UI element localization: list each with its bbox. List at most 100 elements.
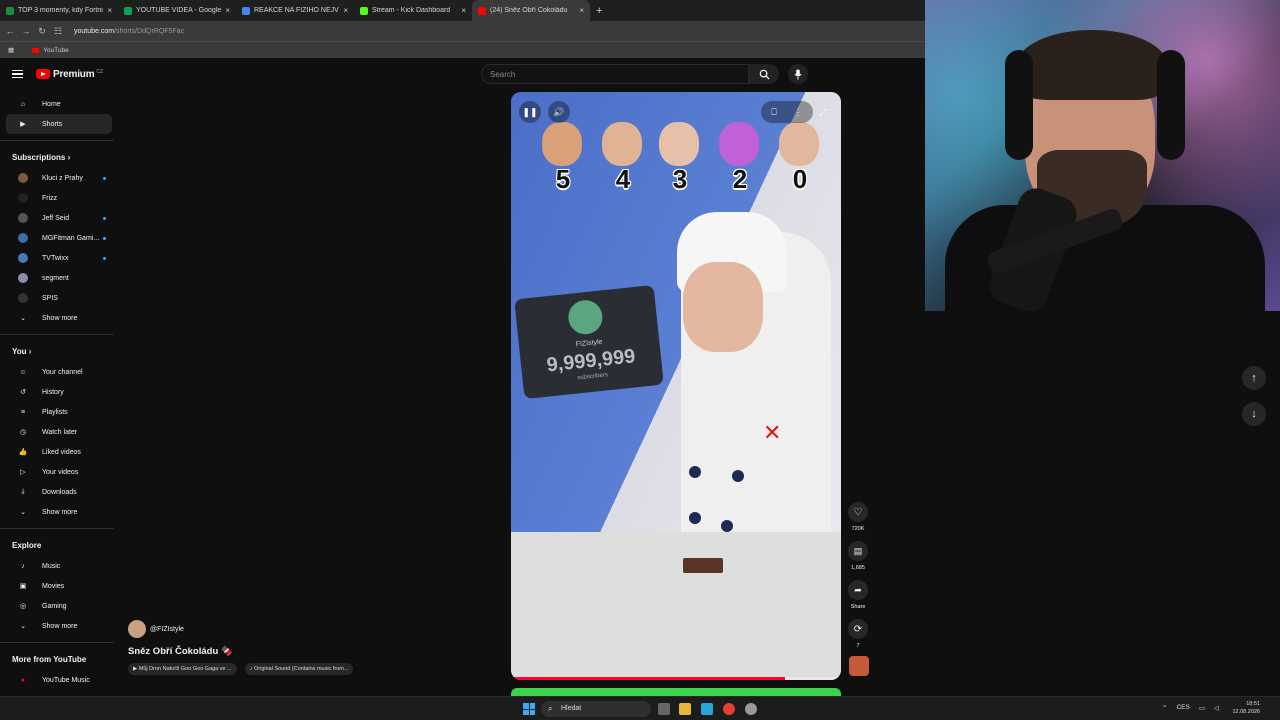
- explore-show-more[interactable]: ⌄ Show more: [6, 616, 112, 636]
- sidebar-item-your-channel[interactable]: ☺ Your channel: [6, 362, 112, 382]
- taskbar-search[interactable]: ⌕ Hledat: [541, 701, 651, 717]
- menu-icon[interactable]: [12, 70, 23, 78]
- sidebar-item-watch-later[interactable]: ◷ Watch later: [6, 422, 112, 442]
- close-icon[interactable]: ×: [107, 6, 112, 15]
- tab-favicon-icon: [6, 6, 14, 15]
- previous-short-button[interactable]: ↑: [1242, 366, 1266, 390]
- like-action[interactable]: ♡ 720K: [848, 502, 868, 532]
- sound-chip[interactable]: ♪ Original Sound (Contains music from...: [244, 663, 354, 675]
- more-from-youtube-heading: More from YouTube: [12, 655, 87, 664]
- subscriptions-show-more[interactable]: ⌄ Show more: [6, 308, 112, 328]
- browser-tab[interactable]: Stream - Kick Dashboard ×: [354, 0, 472, 21]
- volume-icon[interactable]: ◁: [1214, 704, 1219, 712]
- you-show-more[interactable]: ⌄ Show more: [6, 502, 112, 522]
- task-view-icon[interactable]: [658, 703, 670, 715]
- search-input[interactable]: Search: [481, 64, 749, 84]
- sidebar-item-label: Music: [42, 562, 61, 570]
- back-icon[interactable]: ←: [4, 26, 16, 36]
- channel-avatar-thumbnail[interactable]: [849, 656, 869, 676]
- like-button[interactable]: ♡: [848, 502, 868, 522]
- reload-icon[interactable]: ↻: [36, 26, 48, 37]
- store-icon[interactable]: [701, 703, 713, 715]
- you-heading[interactable]: You ›: [0, 341, 118, 362]
- more-options-button[interactable]: ⋮: [787, 101, 809, 123]
- network-icon[interactable]: ▭: [1199, 704, 1205, 712]
- settings-icon[interactable]: [745, 703, 757, 715]
- chrome-icon[interactable]: [723, 703, 735, 715]
- comment-button[interactable]: ▤: [848, 541, 868, 561]
- pause-button[interactable]: ❚❚: [519, 101, 541, 123]
- sidebar-item-frizz[interactable]: Frizz: [6, 188, 112, 208]
- sidebar-item-shorts[interactable]: ▶ Shorts: [6, 114, 112, 134]
- clock[interactable]: 18:51 12.08.2026: [1226, 700, 1260, 716]
- sidebar-item-label: YouTube Music: [42, 676, 90, 684]
- related-video-chip[interactable]: ▶ Můj Dron Natočil Goo Goo Gaga ve ...: [128, 663, 237, 675]
- short-video-player[interactable]: FIZIstyle 9,999,999 subscribers ✕ 54320 …: [511, 92, 841, 680]
- sidebar-item-mgfitman-gami[interactable]: MGFitman Gami...: [6, 228, 112, 248]
- subscriptions-heading[interactable]: Subscriptions ›: [0, 147, 118, 168]
- browser-tab[interactable]: REAKCE NA FIZIHO NEJVIC OB ×: [236, 0, 354, 21]
- site-info-icon[interactable]: ☷: [52, 26, 64, 37]
- voice-search-button[interactable]: [788, 64, 808, 84]
- sidebar-item-jeff-seid[interactable]: Jeff Seid: [6, 208, 112, 228]
- next-short-button[interactable]: ↓: [1242, 402, 1266, 426]
- browser-tab[interactable]: YOUTUBE VIDEA - Google Shee×: [118, 0, 236, 21]
- search-button[interactable]: [749, 64, 779, 84]
- new-tab-icon[interactable]: +: [596, 5, 602, 17]
- url-field[interactable]: youtube.com/shorts/DdQrRQF5Fac: [74, 28, 184, 35]
- close-icon[interactable]: ×: [225, 6, 230, 15]
- contestant-face: [719, 122, 759, 166]
- volume-button[interactable]: 🔊: [548, 101, 570, 123]
- tab-title: (24) Sněz Obří Čokoládu: [490, 7, 568, 14]
- sidebar-item-tvtwixx[interactable]: TVTwixx: [6, 248, 112, 268]
- sidebar-item-downloads[interactable]: ⤓ Downloads: [6, 482, 112, 502]
- youtube-header: Premium CZ Search: [0, 58, 925, 90]
- share-action[interactable]: ➦ Share: [848, 580, 868, 610]
- sidebar-item-label: Home: [42, 100, 61, 108]
- windows-start-icon[interactable]: [523, 703, 535, 715]
- sidebar-item-gaming[interactable]: ◎ Gaming: [6, 596, 112, 616]
- remix-action[interactable]: ⟳ 7: [848, 619, 868, 649]
- sidebar-item-home[interactable]: ⌂ Home: [6, 94, 112, 114]
- sidebar-item-spis[interactable]: SPIS: [6, 288, 112, 308]
- remix-button[interactable]: ⟳: [848, 619, 868, 639]
- fullscreen-button[interactable]: ⤢: [812, 101, 834, 123]
- sidebar-item-movies[interactable]: ▣ Movies: [6, 576, 112, 596]
- sidebar-item-liked-videos[interactable]: 👍 Liked videos: [6, 442, 112, 462]
- tab-favicon-icon: [478, 6, 486, 15]
- microphone-icon: [794, 69, 802, 79]
- tab-favicon-icon: [360, 6, 368, 15]
- share-button[interactable]: ➦: [848, 580, 868, 600]
- channel-link[interactable]: @FIZIstyle: [128, 620, 353, 638]
- close-icon[interactable]: ×: [461, 6, 466, 15]
- channel-handle[interactable]: @FIZIstyle: [150, 626, 184, 633]
- sidebar-item-playlists[interactable]: ≡ Playlists: [6, 402, 112, 422]
- bookmark-youtube[interactable]: YouTube: [43, 47, 69, 54]
- sidebar-item-music[interactable]: ♪ Music: [6, 556, 112, 576]
- apps-icon[interactable]: ▦: [8, 46, 14, 54]
- close-icon[interactable]: ×: [343, 6, 348, 15]
- chevron-up-icon[interactable]: ⌃: [1162, 704, 1167, 712]
- forward-icon[interactable]: →: [20, 26, 32, 36]
- captions-button[interactable]: ⎕: [763, 101, 785, 123]
- progress-bar[interactable]: [511, 677, 785, 680]
- sidebar-item-kluci-z-prahy[interactable]: Kluci z Prahy: [6, 168, 112, 188]
- language-indicator[interactable]: CES: [1176, 704, 1189, 712]
- next-short-preview[interactable]: [511, 688, 841, 696]
- sidebar-item-segment[interactable]: segment: [6, 268, 112, 288]
- browser-tab[interactable]: TOP 3 momenty, kdy Fortnite š ×: [0, 0, 118, 21]
- streamer-hair: [1017, 30, 1167, 100]
- browser-tab[interactable]: (24) Sněz Obří Čokoládu ×: [472, 0, 590, 21]
- youtube-logo[interactable]: Premium CZ: [36, 69, 103, 80]
- sidebar-item-history[interactable]: ↺ History: [6, 382, 112, 402]
- sidebar-item-youtube-music[interactable]: ● YouTube Music: [6, 670, 112, 690]
- close-icon[interactable]: ×: [579, 6, 584, 15]
- comment-action[interactable]: ▤ 1,685: [848, 541, 868, 571]
- avatar: [18, 273, 28, 283]
- file-explorer-icon[interactable]: [679, 703, 691, 715]
- short-metadata: @FIZIstyle Sněz Obří Čokoládu 🍫 ▶ Můj Dr…: [128, 620, 354, 675]
- arrow-up-icon: ↑: [1251, 372, 1257, 384]
- sidebar-item-your-videos[interactable]: ▷ Your videos: [6, 462, 112, 482]
- contestant-face: [659, 122, 699, 166]
- share-icon: ➦: [854, 584, 862, 595]
